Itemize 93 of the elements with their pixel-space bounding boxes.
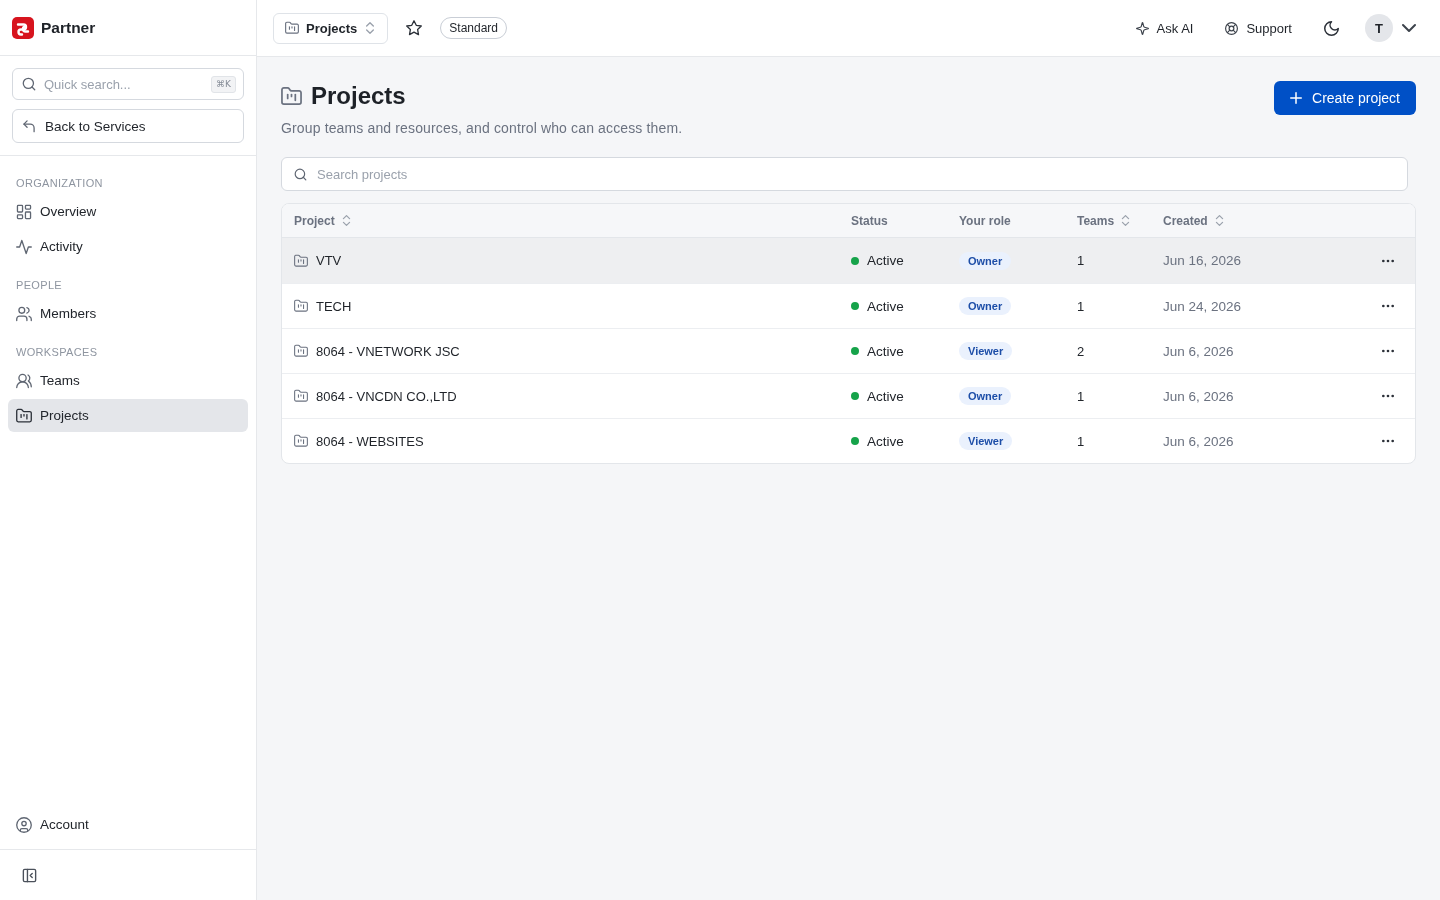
project-name: VTV: [316, 253, 342, 268]
status-dot-icon: [851, 392, 859, 400]
sort-icon: [340, 215, 352, 226]
ellipsis-icon[interactable]: [1382, 258, 1394, 263]
avatar[interactable]: T: [1365, 14, 1393, 42]
folder-icon: [294, 299, 308, 313]
ellipsis-icon[interactable]: [1382, 439, 1394, 443]
table-row[interactable]: 8064 - WEBSITES Active Viewer 1 Jun 6, 2026: [282, 418, 1415, 463]
sort-icon: [1120, 215, 1132, 226]
logo-icon: [12, 16, 34, 39]
teams-count: 1: [1077, 433, 1085, 449]
brand-name: Partner: [41, 18, 96, 37]
panel-left-icon[interactable]: [22, 867, 37, 883]
status-text: Active: [867, 343, 904, 359]
created-date: Jun 16, 2026: [1163, 253, 1242, 268]
section-label: WORKSPACES: [15, 345, 99, 360]
search-icon: [22, 77, 36, 91]
user-circle-icon: [16, 816, 32, 833]
teams-count: 2: [1077, 343, 1085, 359]
teams-count: 1: [1077, 388, 1085, 404]
column-header: Your role: [959, 213, 1011, 228]
star-icon[interactable]: [406, 20, 423, 36]
folder-icon: [285, 21, 299, 35]
role-badge: Owner: [959, 387, 1012, 405]
status-dot-icon: [851, 437, 859, 445]
status-dot-icon: [851, 256, 859, 265]
folder-icon: [294, 344, 308, 358]
search-field[interactable]: Search projects: [281, 157, 1408, 191]
status-text: Active: [867, 298, 904, 314]
life-buoy-icon: [1225, 21, 1239, 35]
ellipsis-icon[interactable]: [1382, 394, 1394, 398]
search-icon: [294, 168, 307, 181]
users-icon: [16, 372, 32, 389]
table-row[interactable]: 8064 - VNETWORK JSC Active Viewer 2 Jun 6, 2026: [282, 328, 1415, 373]
plus-icon: [1290, 92, 1303, 104]
status-text: Active: [867, 433, 904, 449]
column-header[interactable]: Teams: [1077, 213, 1132, 228]
project-name: 8064 - WEBSITES: [316, 433, 424, 449]
created-date: Jun 6, 2026: [1163, 343, 1234, 359]
nav-item[interactable]: Projects: [8, 399, 248, 432]
folder-icon: [294, 389, 308, 403]
chevrons-up-down-icon: [364, 22, 377, 34]
layout-dashboard-icon: [16, 203, 32, 220]
folder-icon: [281, 85, 302, 107]
sort-icon: [1213, 215, 1225, 226]
shortcut-key: ⌘K: [211, 76, 236, 93]
column-header[interactable]: Created: [1163, 213, 1225, 228]
folder-icon: [294, 253, 308, 268]
role-badge: Viewer: [959, 432, 1013, 450]
status-dot-icon: [851, 302, 859, 310]
page-title: Projects: [311, 81, 406, 111]
column-header[interactable]: Project: [294, 213, 352, 228]
toolbar-button[interactable]: Ask AI: [1135, 14, 1194, 42]
folder-icon: [294, 434, 308, 448]
column-header: Status: [851, 213, 888, 228]
table-row[interactable]: VTV Active Owner 1 Jun 16, 2026: [282, 238, 1415, 283]
status-text: Active: [867, 253, 904, 268]
role-badge: Owner: [959, 297, 1012, 315]
back-button[interactable]: Back to Services: [12, 109, 244, 143]
corner-up-left-icon: [22, 119, 36, 133]
ellipsis-icon[interactable]: [1382, 349, 1394, 353]
create-project-button[interactable]: Create project: [1274, 81, 1416, 115]
sparkle-icon: [1135, 21, 1149, 35]
teams-count: 1: [1077, 298, 1085, 314]
project-name: TECH: [316, 298, 352, 314]
nav-item[interactable]: Account: [8, 808, 248, 841]
folder-icon: [16, 407, 32, 424]
table-row[interactable]: TECH Active Owner 1 Jun 24, 2026: [282, 283, 1415, 328]
nav-item[interactable]: Members: [8, 297, 248, 330]
status-text: Active: [867, 388, 904, 404]
nav-item[interactable]: Teams: [8, 364, 248, 397]
project-name: 8064 - VNETWORK JSC: [316, 343, 460, 359]
created-date: Jun 6, 2026: [1163, 388, 1234, 404]
moon-icon[interactable]: [1324, 20, 1339, 36]
project-name: 8064 - VNCDN CO.,LTD: [316, 388, 457, 404]
section-label: PEOPLE: [15, 278, 63, 293]
nav-item[interactable]: Overview: [8, 195, 248, 228]
created-date: Jun 24, 2026: [1163, 298, 1242, 314]
nav-item[interactable]: Activity: [8, 230, 248, 263]
role-badge: Viewer: [959, 342, 1013, 360]
toolbar-button[interactable]: Support: [1225, 14, 1292, 42]
role-badge: Owner: [959, 251, 1012, 270]
project-switcher[interactable]: Projects: [273, 12, 389, 44]
status-dot-icon: [851, 347, 859, 355]
chevron-down-icon[interactable]: [1402, 21, 1416, 35]
activity-icon: [16, 238, 32, 255]
page-subtitle: Group teams and resources, and control who can access them.: [281, 119, 683, 138]
users-icon: [16, 305, 32, 322]
teams-count: 1: [1077, 253, 1085, 268]
table-row[interactable]: 8064 - VNCDN CO.,LTD Active Owner 1 Jun 6, 2026: [282, 373, 1415, 418]
section-label: ORGANIZATION: [15, 176, 104, 191]
created-date: Jun 6, 2026: [1163, 433, 1234, 449]
ellipsis-icon[interactable]: [1382, 304, 1394, 308]
